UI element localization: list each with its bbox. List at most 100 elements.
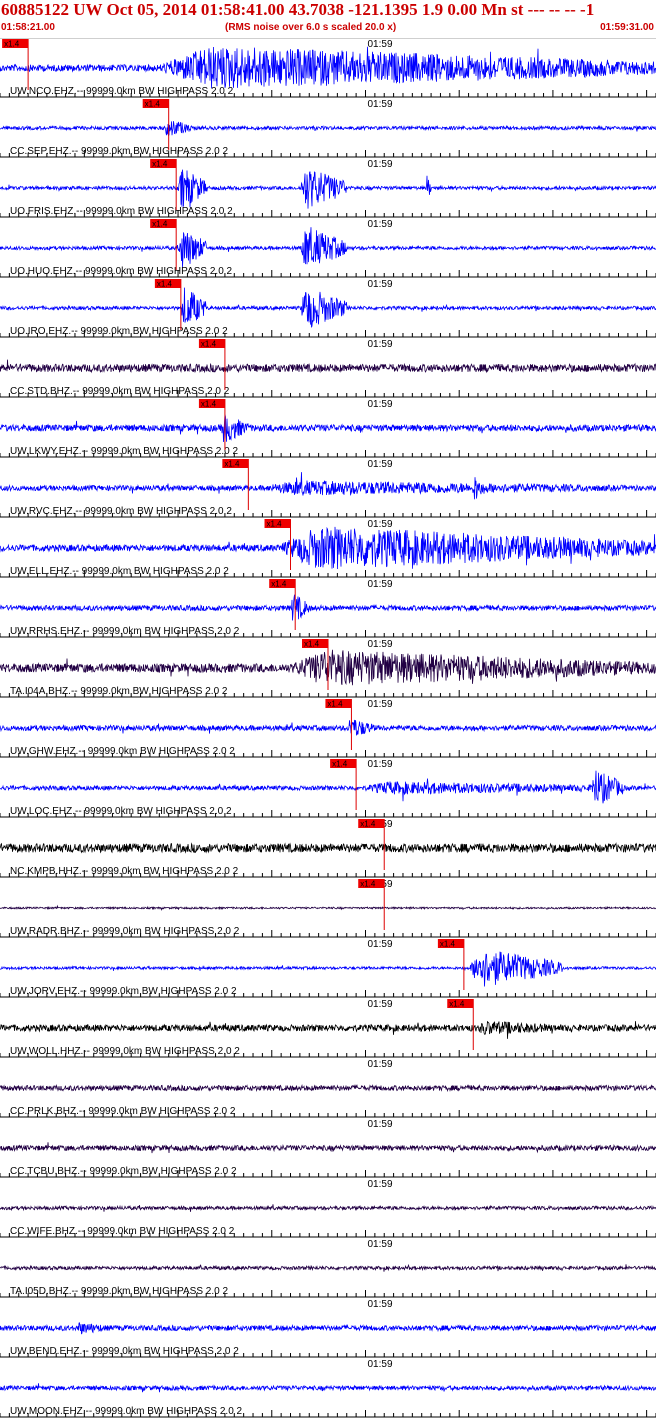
trace-row: 01:59 UW.RRHS.EHZ.-- 99999.0km BW HIGHPAS… — [0, 579, 656, 638]
station-label: CC.WIFE.BHZ.-- 99999.0km BW HIGHPASS 2.0… — [10, 1226, 235, 1237]
station-label: CC.TCBU.BHZ.-- 99999.0km BW HIGHPASS 2.0… — [10, 1166, 237, 1177]
station-label: UO.HUO.EHZ.-- 99999.0km BW HIGHPASS 2.0 … — [10, 266, 233, 277]
station-label: UW.LOC.EHZ.-- 99999.0km BW HIGHPASS 2.0 … — [10, 806, 232, 817]
station-label: UO.FRIS.EHZ.-- 99999.0km BW HIGHPASS 2.0… — [10, 206, 233, 217]
station-label: UW.JORV.EHZ.-- 99999.0km BW HIGHPASS 2.0… — [10, 986, 237, 997]
minute-label: 01:59 — [367, 339, 392, 350]
trace-waveform — [0, 526, 656, 570]
event-title: 60885122 UW Oct 05, 2014 01:58:41.00 43.… — [1, 0, 595, 19]
pick-label: x1.4 — [440, 940, 456, 949]
minute-label: 01:59 — [367, 1239, 392, 1250]
station-label: UW.RRHS.EHZ.-- 99999.0km BW HIGHPASS 2.0… — [10, 626, 240, 637]
minute-label: 01:59 — [367, 399, 392, 410]
pick-label: x1.4 — [224, 460, 240, 469]
minute-label: 01:59 — [367, 1059, 392, 1070]
station-label: UO.IRO.EHZ.-- 99999.0km BW HIGHPASS 2.0 … — [10, 326, 228, 337]
minute-label: 01:59 — [367, 39, 392, 50]
plot-header: 60885122 UW Oct 05, 2014 01:58:41.00 43.… — [0, 0, 656, 39]
pick-label: x1.4 — [145, 100, 161, 109]
pick-label: x1.4 — [152, 160, 168, 169]
trace-row: 01:59 TA.I05D.BHZ.-- 99999.0km BW HIGHPAS… — [0, 1239, 656, 1298]
station-label: UW.NCO.EHZ.-- 99999.0km BW HIGHPASS 2.0 … — [10, 86, 234, 97]
seismogram-traces: 01:59 UW.NCO.EHZ.-- 99999.0km BW HIGHPASS… — [0, 39, 656, 1418]
pick-label: x1.4 — [304, 640, 320, 649]
minute-label: 01:59 — [367, 519, 392, 530]
minute-label: 01:59 — [367, 159, 392, 170]
trace-row: 01:59 UW.ELL.EHZ.-- 99999.0km BW HIGHPASS… — [0, 519, 656, 578]
station-label: UW.ELL.EHZ.-- 99999.0km BW HIGHPASS 2.0 … — [10, 566, 229, 577]
trace-waveform — [0, 1322, 656, 1335]
trace-waveform — [0, 1142, 656, 1154]
trace-waveform — [0, 287, 656, 328]
trace-waveform — [0, 227, 656, 268]
trace-row: 01:59 UW.JORV.EHZ.-- 99999.0km BW HIGHPAS… — [0, 939, 656, 998]
pick-label: x1.4 — [332, 760, 348, 769]
pick-label: x1.4 — [449, 1000, 465, 1009]
station-label: UW.LKWY.EHZ.-- 99999.0km BW HIGHPASS 2.0… — [10, 446, 238, 457]
minute-label: 01:59 — [367, 1179, 392, 1190]
pick-label: x1.4 — [267, 520, 283, 529]
trace-row: 01:59 UO.HUO.EHZ.-- 99999.0km BW HIGHPASS… — [0, 219, 656, 278]
trace-waveform — [0, 414, 656, 443]
trace-row: 01:59NC.KMPB.HHZ.-- 99999.0km BW HIGHPAS… — [0, 819, 656, 878]
trace-row: 01:59UW.RADR.BHZ.-- 99999.0km BW HIGHPAS… — [0, 879, 656, 938]
trace-waveform — [0, 594, 656, 621]
seismogram-plot: 01:59 UW.NCO.EHZ.-- 99999.0km BW HIGHPASS… — [0, 38, 656, 1418]
station-label: CC.STD.BHZ.-- 99999.0km BW HIGHPASS 2.0 … — [10, 386, 230, 397]
minute-label: 01:59 — [367, 1359, 392, 1370]
end-time-label: 01:59:31.00 — [600, 22, 654, 33]
pick-label: x1.4 — [4, 40, 20, 49]
noise-note: (RMS noise over 6.0 s scaled 20.0 x) — [225, 22, 397, 33]
trace-waveform — [0, 1204, 656, 1212]
minute-label: 01:59 — [367, 639, 392, 650]
station-label: UW.RADR.BHZ.-- 99999.0km BW HIGHPASS 2.0… — [10, 926, 240, 937]
start-time-label: 01:58:21.00 — [1, 22, 55, 33]
trace-waveform — [0, 1263, 656, 1272]
station-label: UW.RVC.EHZ.-- 99999.0km BW HIGHPASS 2.0 … — [10, 506, 232, 517]
station-label: TA.I04A.BHZ.-- 99999.0km BW HIGHPASS 2.0… — [10, 686, 228, 697]
station-label: UW.GHW.EHZ.-- 99999.0km BW HIGHPASS 2.0 … — [10, 746, 235, 757]
trace-waveform — [0, 359, 656, 374]
minute-label: 01:59 — [367, 699, 392, 710]
station-label: CC.PRLK.BHZ.-- 99999.0km BW HIGHPASS 2.0… — [10, 1106, 236, 1117]
pick-label: x1.4 — [360, 880, 376, 889]
pick-label: x1.4 — [201, 400, 217, 409]
minute-label: 01:59 — [367, 219, 392, 230]
trace-waveform — [0, 770, 656, 804]
station-label: UW.BEND.EHZ.-- 99999.0km BW HIGHPASS 2.0… — [10, 1346, 239, 1357]
trace-waveform — [0, 1383, 656, 1393]
trace-row: 01:59 CC.TCBU.BHZ.-- 99999.0km BW HIGHPAS… — [0, 1119, 656, 1178]
minute-label: 01:59 — [367, 459, 392, 470]
trace-row: 01:59 CC.STD.BHZ.-- 99999.0km BW HIGHPASS… — [0, 339, 656, 398]
trace-waveform — [0, 472, 656, 500]
trace-row: 01:59 CC.SEP.EHZ.-- 99999.0km BW HIGHPASS… — [0, 99, 656, 158]
minute-label: 01:59 — [367, 579, 392, 590]
minute-label: 01:59 — [367, 759, 392, 770]
trace-waveform — [0, 169, 656, 209]
trace-row: 01:59 UW.MOON.EHZ.-- 99999.0km BW HIGHPAS… — [0, 1359, 656, 1418]
station-label: CC.SEP.EHZ.-- 99999.0km BW HIGHPASS 2.0 … — [10, 146, 228, 157]
pick-label: x1.4 — [327, 700, 343, 709]
trace-row: 01:59 UW.LOC.EHZ.-- 99999.0km BW HIGHPASS… — [0, 759, 656, 818]
trace-row: 01:59 UW.RVC.EHZ.-- 99999.0km BW HIGHPASS… — [0, 459, 656, 518]
trace-waveform — [0, 1083, 656, 1093]
trace-row: 01:59 CC.WIFE.BHZ.-- 99999.0km BW HIGHPAS… — [0, 1179, 656, 1238]
trace-row: 01:59 UW.LKWY.EHZ.-- 99999.0km BW HIGHPAS… — [0, 399, 656, 458]
trace-row: 01:59 TA.I04A.BHZ.-- 99999.0km BW HIGHPAS… — [0, 639, 656, 698]
trace-waveform — [0, 121, 656, 137]
trace-row: 01:59 UW.WOLL.HHZ.-- 99999.0km BW HIGHPAS… — [0, 999, 656, 1058]
pick-label: x1.4 — [157, 280, 173, 289]
station-label: UW.WOLL.HHZ.-- 99999.0km BW HIGHPASS 2.0… — [10, 1046, 240, 1057]
minute-label: 01:59 — [367, 999, 392, 1010]
trace-row: 01:59 UW.NCO.EHZ.-- 99999.0km BW HIGHPASS… — [0, 39, 656, 98]
station-label: TA.I05D.BHZ.-- 99999.0km BW HIGHPASS 2.0… — [10, 1286, 228, 1297]
trace-row: 01:59 UO.FRIS.EHZ.-- 99999.0km BW HIGHPAS… — [0, 159, 656, 218]
pick-label: x1.4 — [152, 220, 168, 229]
trace-row: 01:59 UO.IRO.EHZ.-- 99999.0km BW HIGHPASS… — [0, 279, 656, 338]
minute-label: 01:59 — [367, 939, 392, 950]
pick-label: x1.4 — [360, 820, 376, 829]
minute-label: 01:59 — [367, 279, 392, 290]
trace-waveform — [0, 1021, 656, 1039]
trace-waveform — [0, 904, 656, 912]
pick-label: x1.4 — [201, 340, 217, 349]
